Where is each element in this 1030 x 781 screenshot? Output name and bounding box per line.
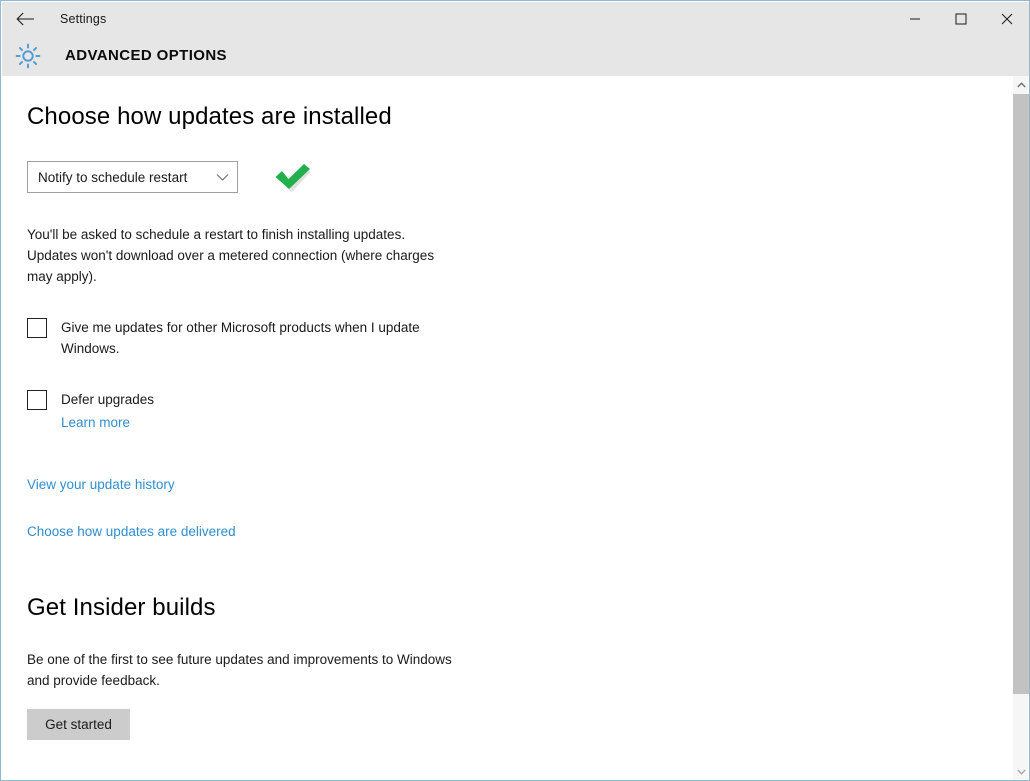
scrollbar-thumb[interactable] [1013, 94, 1029, 694]
insider-heading: Get Insider builds [27, 594, 216, 621]
settings-window: Settings ADVANCED OPTIONS Choose how upd… [0, 0, 1030, 781]
close-button[interactable] [984, 2, 1029, 35]
scroll-up-button[interactable] [1013, 76, 1029, 94]
insider-description: Be one of the first to see future update… [27, 652, 452, 688]
checkbox-row-defer-upgrades[interactable]: Defer upgrades Learn more [27, 389, 1014, 433]
maximize-button[interactable] [938, 2, 984, 35]
green-checkmark-icon [271, 158, 315, 198]
checkbox-ms-products-label: Give me updates for other Microsoft prod… [61, 320, 420, 356]
chevron-down-icon [216, 171, 229, 184]
checkbox-ms-products[interactable] [27, 318, 47, 338]
app-title: Settings [60, 11, 107, 26]
vertical-scrollbar[interactable] [1012, 76, 1029, 780]
page-header: ADVANCED OPTIONS [2, 35, 1029, 76]
content-area: Choose how updates are installed Notify … [2, 76, 1014, 780]
window-controls [892, 2, 1029, 35]
get-started-button[interactable]: Get started [27, 709, 130, 740]
close-icon [1001, 13, 1013, 24]
scroll-down-button[interactable] [1013, 763, 1029, 780]
checkbox-defer-upgrades-block: Defer upgrades Learn more [61, 389, 154, 433]
updates-heading: Choose how updates are installed [27, 103, 392, 130]
gear-icon [13, 41, 43, 71]
back-arrow-icon [15, 12, 34, 25]
minimize-icon [910, 18, 920, 19]
page-title: ADVANCED OPTIONS [65, 47, 227, 64]
title-bar: Settings [2, 2, 1029, 35]
checkbox-defer-upgrades[interactable] [27, 390, 47, 410]
back-button[interactable] [2, 3, 48, 35]
dropdown-row: Notify to schedule restart [27, 156, 1014, 198]
choose-updates-delivered-link[interactable]: Choose how updates are delivered [27, 524, 236, 539]
updates-description: You'll be asked to schedule a restart to… [27, 227, 435, 284]
update-mode-dropdown[interactable]: Notify to schedule restart [27, 161, 238, 193]
chevron-up-icon [1016, 82, 1026, 88]
update-mode-value: Notify to schedule restart [38, 169, 188, 185]
view-update-history-link[interactable]: View your update history [27, 477, 175, 492]
checkbox-row-ms-products[interactable]: Give me updates for other Microsoft prod… [27, 317, 1014, 359]
checkbox-defer-upgrades-label: Defer upgrades [61, 392, 155, 407]
learn-more-link[interactable]: Learn more [61, 412, 130, 433]
minimize-button[interactable] [892, 2, 938, 35]
chevron-down-icon [1016, 769, 1026, 775]
maximize-icon [955, 13, 967, 24]
